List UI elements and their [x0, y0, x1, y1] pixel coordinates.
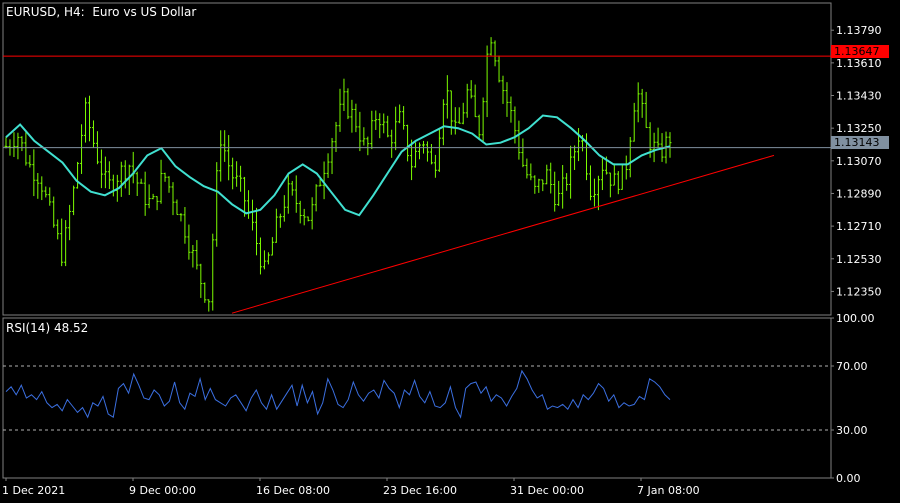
price-axis-label: 1.13070	[836, 155, 882, 168]
chart-window[interactable]: 1.13790 1.13610 1.13430 1.13250 1.13070 1.128…	[0, 0, 900, 500]
time-axis-label: 31 Dec 00:00	[510, 484, 584, 497]
rsi-axis-label: 100.00	[836, 312, 875, 325]
price-bars	[4, 37, 672, 312]
price-axis-label: 1.12890	[836, 187, 882, 200]
rsi-line	[5, 369, 671, 419]
time-axis-label: 7 Jan 08:00	[637, 484, 700, 497]
rsi-axis-label: 30.00	[836, 424, 868, 437]
rsi-axis-label: 70.00	[836, 360, 868, 373]
rsi-axis-label: 0.00	[836, 472, 861, 485]
price-axis-label: 1.13250	[836, 122, 882, 135]
chart-axes: 1.13790 1.13610 1.13430 1.13250 1.13070 1.128…	[2, 24, 882, 497]
rsi-indicator	[3, 365, 831, 431]
chart-canvas[interactable]: 1.13790 1.13610 1.13430 1.13250 1.13070 1.128…	[0, 0, 900, 500]
chart-overlays	[3, 55, 831, 314]
price-axis-label: 1.12710	[836, 220, 882, 233]
chart-header: EURUSD, H4: Euro vs US Dollar	[6, 5, 197, 19]
price-axis-label: 1.12350	[836, 285, 882, 298]
price-axis-label: 1.12530	[836, 253, 882, 266]
time-axis-label: 16 Dec 08:00	[256, 484, 330, 497]
time-axis-label: 1 Dec 2021	[2, 484, 65, 497]
symbol-label: EURUSD	[6, 5, 57, 19]
rsi-panel-frame	[2, 317, 832, 479]
timeframe-label: H4	[63, 5, 81, 19]
current-price-tag: 1.13143	[831, 136, 889, 149]
symbol-description: Euro vs US Dollar	[92, 5, 197, 19]
time-axis-label: 9 Dec 00:00	[129, 484, 196, 497]
price-panel-frame	[2, 2, 832, 316]
resistance-price-tag: 1.13647	[831, 45, 889, 58]
price-axis-label: 1.13610	[836, 57, 882, 70]
price-axis-label: 1.13430	[836, 90, 882, 103]
rsi-label: RSI(14) 48.52	[6, 321, 89, 335]
price-axis-label: 1.13790	[836, 24, 882, 37]
time-axis-label: 23 Dec 16:00	[383, 484, 457, 497]
trend-line	[231, 154, 775, 314]
